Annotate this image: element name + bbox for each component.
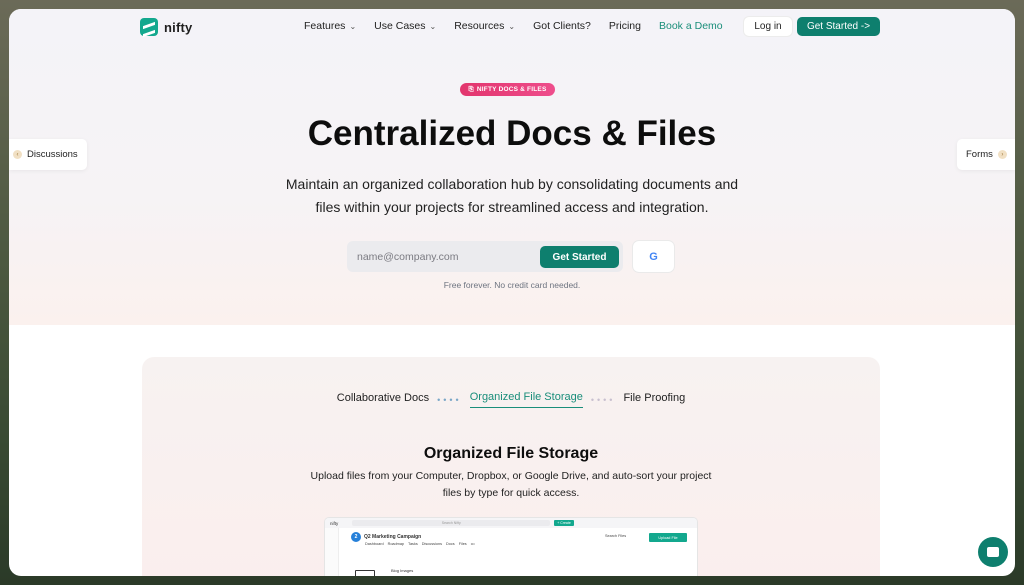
google-icon: G <box>649 250 658 263</box>
nifty-logo[interactable]: nifty <box>140 18 192 36</box>
tab-organized-file-storage[interactable]: Organized File Storage <box>469 391 583 408</box>
tab-file-proofing[interactable]: File Proofing <box>623 392 685 408</box>
nav-features[interactable]: Features ⌄ <box>304 20 356 32</box>
chat-launcher-button[interactable] <box>978 537 1008 567</box>
preview-search: Search Nifty <box>352 520 551 526</box>
chat-bubble-icon <box>987 547 999 557</box>
preview-tab: Discussions <box>421 542 443 546</box>
feature-card: Collaborative Docs •••• Organized File S… <box>142 357 880 576</box>
hero-subtitle: Maintain an organized collaboration hub … <box>285 176 739 215</box>
chevron-down-icon: ⌄ <box>429 21 437 31</box>
nav-book-demo-label: Book a Demo <box>659 20 723 32</box>
chevron-down-icon: ⌄ <box>349 21 357 31</box>
hero-badge: ⎘ NIFTY DOCS & FILES <box>460 83 555 96</box>
doc-icon: ⎘ <box>468 85 474 93</box>
login-button[interactable]: Log in <box>744 17 792 36</box>
preview-project-header: 2 Q2 Marketing Campaign <box>351 532 421 542</box>
email-input[interactable] <box>357 241 527 272</box>
preview-project-name: Q2 Marketing Campaign <box>364 534 422 540</box>
nav-use-cases-label: Use Cases <box>374 20 426 32</box>
nav-got-clients-label: Got Clients? <box>533 20 591 32</box>
preview-tab: Files <box>458 542 467 546</box>
email-signup-form: Get Started <box>347 241 623 272</box>
free-note: Free forever. No credit card needed. <box>443 280 581 290</box>
hero-section: nifty Features ⌄ Use Cases ⌄ Resources ⌄… <box>9 9 1015 325</box>
preview-tab: Docs <box>446 542 455 546</box>
hero-badge-label: NIFTY DOCS & FILES <box>476 86 547 93</box>
preview-tab: Roadmap <box>387 542 405 546</box>
google-signup-button[interactable]: G <box>633 241 674 272</box>
preview-folder-label: Blog Images <box>391 568 414 573</box>
nav-features-label: Features <box>304 20 346 32</box>
nifty-logo-icon <box>140 18 158 36</box>
app-preview-screenshot: nifty Search Nifty + Create 2 Q2 Marketi… <box>325 518 697 576</box>
tab-collaborative-docs[interactable]: Collaborative Docs <box>337 392 429 408</box>
nav-book-demo[interactable]: Book a Demo <box>659 20 723 32</box>
nav-get-started-button[interactable]: Get Started -> <box>797 17 880 36</box>
preview-create-button: + Create <box>554 520 574 526</box>
preview-topbar: nifty Search Nifty + Create <box>325 518 697 528</box>
browser-window: nifty Features ⌄ Use Cases ⌄ Resources ⌄… <box>9 9 1015 576</box>
feature-title: Organized File Storage <box>423 445 599 462</box>
tab-separator-dots: •••• <box>437 394 462 405</box>
nav-pricing-label: Pricing <box>608 20 641 32</box>
main-nav: Features ⌄ Use Cases ⌄ Resources ⌄ Got C… <box>304 20 723 32</box>
chevron-down-icon: ⌄ <box>508 21 516 31</box>
feature-description: Upload files from your Computer, Dropbox… <box>310 470 712 499</box>
tab-separator-dots: •••• <box>590 394 616 405</box>
nav-resources[interactable]: Resources ⌄ <box>454 20 515 32</box>
page-title: Centralized Docs & Files <box>307 114 717 153</box>
preview-upload-button: Upload File <box>649 533 687 542</box>
folder-icon <box>355 570 375 576</box>
nav-got-clients[interactable]: Got Clients? <box>533 20 591 32</box>
preview-brand: nifty <box>330 520 339 526</box>
preview-project-number: 2 <box>351 532 361 542</box>
nav-use-cases[interactable]: Use Cases ⌄ <box>374 20 436 32</box>
preview-tab: Dashboard <box>365 542 384 546</box>
nav-pricing[interactable]: Pricing <box>609 20 641 32</box>
nav-resources-label: Resources <box>454 20 505 32</box>
preview-tab: Tasks <box>408 542 418 546</box>
preview-tab: ••• <box>470 542 475 546</box>
feature-tabs: Collaborative Docs •••• Organized File S… <box>142 391 880 408</box>
preview-search-files: Search Files <box>605 534 627 538</box>
preview-sidebar <box>325 528 339 576</box>
hero-get-started-button[interactable]: Get Started <box>540 246 619 268</box>
logo-text: nifty <box>164 19 193 35</box>
preview-tabs: Dashboard Roadmap Tasks Discussions Docs… <box>365 542 475 546</box>
